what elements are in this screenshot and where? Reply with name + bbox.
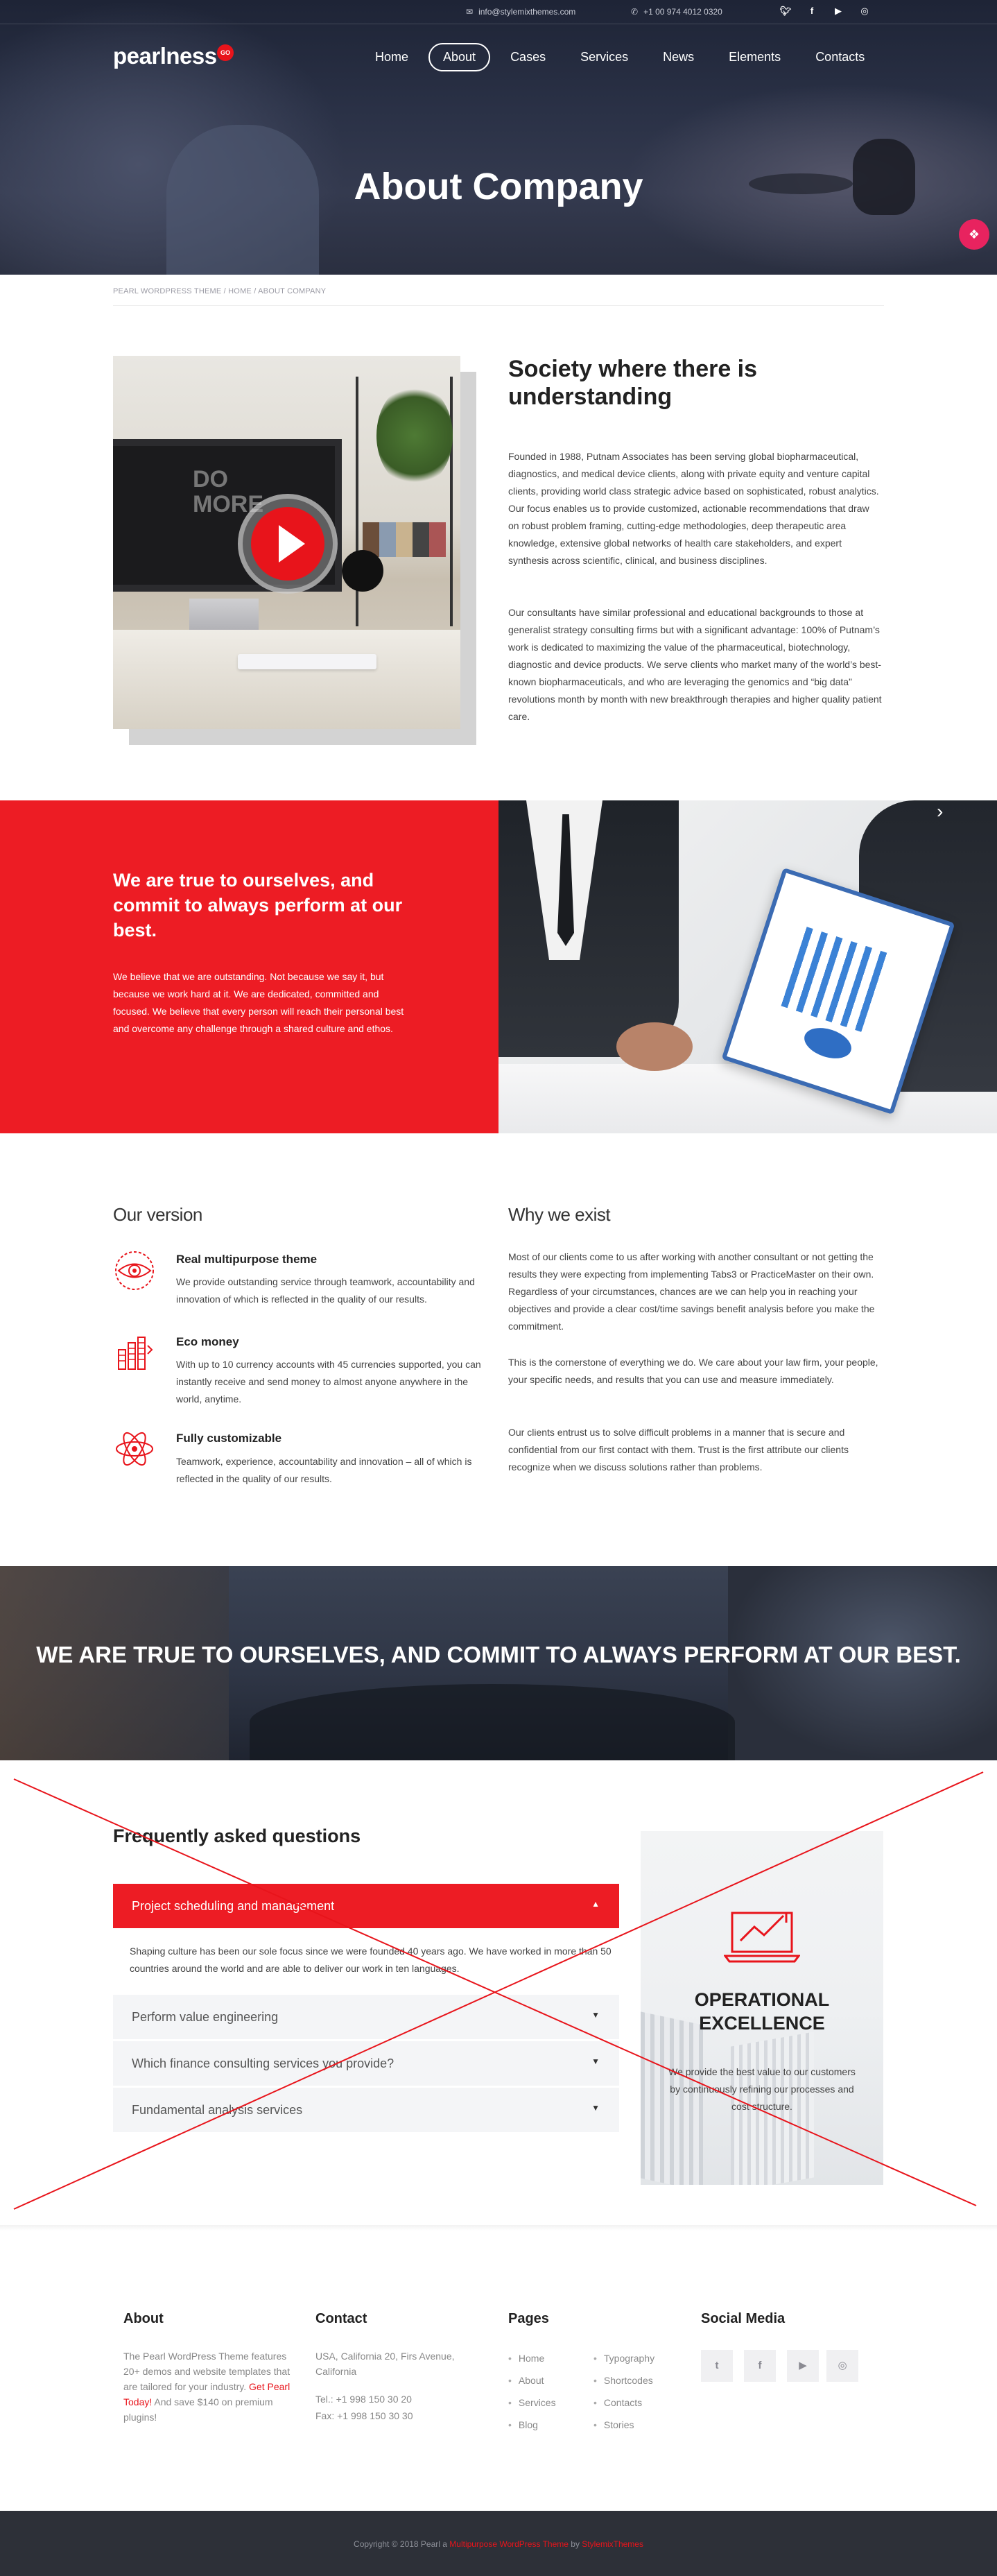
faq-answer-1: Shaping culture has been our sole focus … <box>130 1946 612 1974</box>
ops-text: We provide the best value to our custome… <box>668 2066 856 2112</box>
caret-down-icon: ▼ <box>591 2010 600 2020</box>
ops-title: OPERATIONAL EXCELLENCE <box>694 1989 830 2034</box>
site-logo[interactable]: pearlness <box>113 43 217 69</box>
instagram-icon[interactable]: ◎ <box>826 2350 858 2382</box>
facebook-icon[interactable]: f <box>806 6 818 17</box>
logo-badge: GO <box>217 44 234 61</box>
youtube-icon[interactable]: ▶ <box>787 2350 819 2382</box>
feature-text-3: Teamwork, experience, accountability and… <box>176 1456 472 1484</box>
footer-link-home[interactable]: Home <box>508 2347 556 2369</box>
feature-text-1: We provide outstanding service through t… <box>176 1276 475 1305</box>
instagram-icon[interactable]: ◎ <box>858 6 871 17</box>
theme-link[interactable]: Multipurpose WordPress Theme <box>449 2539 569 2549</box>
nav-about[interactable]: About <box>428 43 491 71</box>
breadcrumb[interactable]: PEARL WORDPRESS THEME / HOME / ABOUT COM… <box>113 287 326 295</box>
footer-link-typography[interactable]: Typography <box>593 2347 654 2369</box>
twitter-icon[interactable]: t <box>701 2350 733 2382</box>
email-text: info@stylemixthemes.com <box>478 7 576 17</box>
footer-fax: Fax: +1 998 150 30 30 <box>315 2410 413 2421</box>
footer-link-contacts[interactable]: Contacts <box>593 2392 654 2414</box>
feature-text-2: With up to 10 currency accounts with 45 … <box>176 1359 481 1405</box>
footer-about-heading: About <box>123 2311 164 2326</box>
faq-question-2: Perform value engineering <box>132 2010 279 2024</box>
intro-paragraph-1: Founded in 1988, Putnam Associates has b… <box>508 451 879 566</box>
main-nav: Home About Cases Services News Elements … <box>361 43 885 71</box>
footer-social-heading: Social Media <box>701 2311 786 2326</box>
footer-pages-col1: Home About Services Blog <box>508 2347 556 2436</box>
play-icon <box>279 525 305 563</box>
caret-down-icon: ▼ <box>591 2103 600 2113</box>
laptop-chart-icon <box>724 1912 800 1963</box>
coin-stack-icon <box>118 1337 153 1370</box>
faq-title: Frequently asked questions <box>113 1826 361 1846</box>
version-heading: Our version <box>113 1204 202 1225</box>
footer-about-text: The Pearl WordPress Theme features 20+ d… <box>123 2351 291 2423</box>
page-title: About Company <box>354 166 643 207</box>
intro-paragraph-2: Our consultants have similar professiona… <box>508 607 882 722</box>
why-heading: Why we exist <box>508 1204 611 1225</box>
footer-contact-heading: Contact <box>315 2311 367 2326</box>
footer-link-blog[interactable]: Blog <box>508 2414 556 2436</box>
feature-title-1: Real multipurpose theme <box>176 1253 318 1266</box>
phone-text: +1 00 974 4012 0320 <box>643 7 722 17</box>
phone-icon: ✆ <box>631 7 639 17</box>
nav-contacts[interactable]: Contacts <box>801 43 879 71</box>
motto-title: WE ARE TRUE TO OURSELVES, AND COMMIT TO … <box>36 1642 961 1667</box>
copyright: Copyright © 2018 Pearl a Multipurpose Wo… <box>354 2539 643 2549</box>
facebook-icon[interactable]: f <box>744 2350 776 2382</box>
faq-item-1[interactable]: Project scheduling and management ▲ <box>113 1884 619 1928</box>
values-title: We are true to ourselves, and commit to … <box>113 870 403 941</box>
why-paragraph-2: This is the cornerstone of everything we… <box>508 1357 878 1385</box>
faq-question-4: Fundamental analysis services <box>132 2103 303 2117</box>
footer-address: USA, California 20, Firs Avenue, Califor… <box>315 2351 455 2377</box>
values-panel <box>0 800 498 1133</box>
envelope-icon: ✉ <box>466 7 474 17</box>
twitter-icon[interactable]: 🐦︎ <box>779 6 792 17</box>
nav-cases[interactable]: Cases <box>496 43 560 71</box>
footer-link-services[interactable]: Services <box>508 2392 556 2414</box>
faq-item-2[interactable]: Perform value engineering ▼ <box>113 1995 619 2039</box>
atom-icon <box>116 1432 153 1466</box>
chevron-right-icon[interactable]: › <box>937 800 943 823</box>
author-link[interactable]: StylemixThemes <box>582 2539 643 2549</box>
faq-question-3: Which finance consulting services you pr… <box>132 2056 395 2070</box>
eye-target-icon <box>115 1251 154 1290</box>
why-paragraph-1: Most of our clients come to us after wor… <box>508 1251 875 1332</box>
caret-down-icon: ▼ <box>591 2056 600 2066</box>
nav-services[interactable]: Services <box>566 43 643 71</box>
footer-link-shortcodes[interactable]: Shortcodes <box>593 2369 654 2392</box>
why-paragraph-3: Our clients entrust us to solve difficul… <box>508 1427 849 1472</box>
footer-pages-col2: Typography Shortcodes Contacts Stories <box>593 2347 654 2436</box>
footer-pages-heading: Pages <box>508 2311 549 2326</box>
faq-question-1: Project scheduling and management <box>132 1899 335 1913</box>
hero-banner <box>0 0 997 275</box>
layers-fab-button[interactable]: ❖ <box>959 219 989 250</box>
footer-link-about[interactable]: About <box>508 2369 556 2392</box>
nav-news[interactable]: News <box>648 43 709 71</box>
footer-link-stories[interactable]: Stories <box>593 2414 654 2436</box>
business-meeting-photo: › <box>498 800 997 1133</box>
intro-title: Society where there is understanding <box>508 356 758 410</box>
footer-tel: Tel.: +1 998 150 30 20 <box>315 2394 412 2405</box>
faq-item-4[interactable]: Fundamental analysis services ▼ <box>113 2088 619 2132</box>
caret-up-icon: ▲ <box>591 1899 600 1909</box>
top-socials: 🐦︎ f ▶ ◎ <box>779 6 871 17</box>
phone-contact[interactable]: ✆ +1 00 974 4012 0320 <box>631 7 722 17</box>
feature-title-3: Fully customizable <box>176 1432 282 1445</box>
nav-elements[interactable]: Elements <box>714 43 795 71</box>
layers-icon: ❖ <box>968 227 980 241</box>
faq-item-3[interactable]: Which finance consulting services you pr… <box>113 2041 619 2086</box>
feature-title-2: Eco money <box>176 1335 239 1348</box>
values-text: We believe that we are outstanding. Not … <box>113 971 404 1034</box>
email-contact[interactable]: ✉ info@stylemixthemes.com <box>466 7 575 17</box>
nav-home[interactable]: Home <box>361 43 423 71</box>
youtube-icon[interactable]: ▶ <box>832 6 844 17</box>
top-bar: ✉ info@stylemixthemes.com ✆ +1 00 974 40… <box>0 0 997 24</box>
